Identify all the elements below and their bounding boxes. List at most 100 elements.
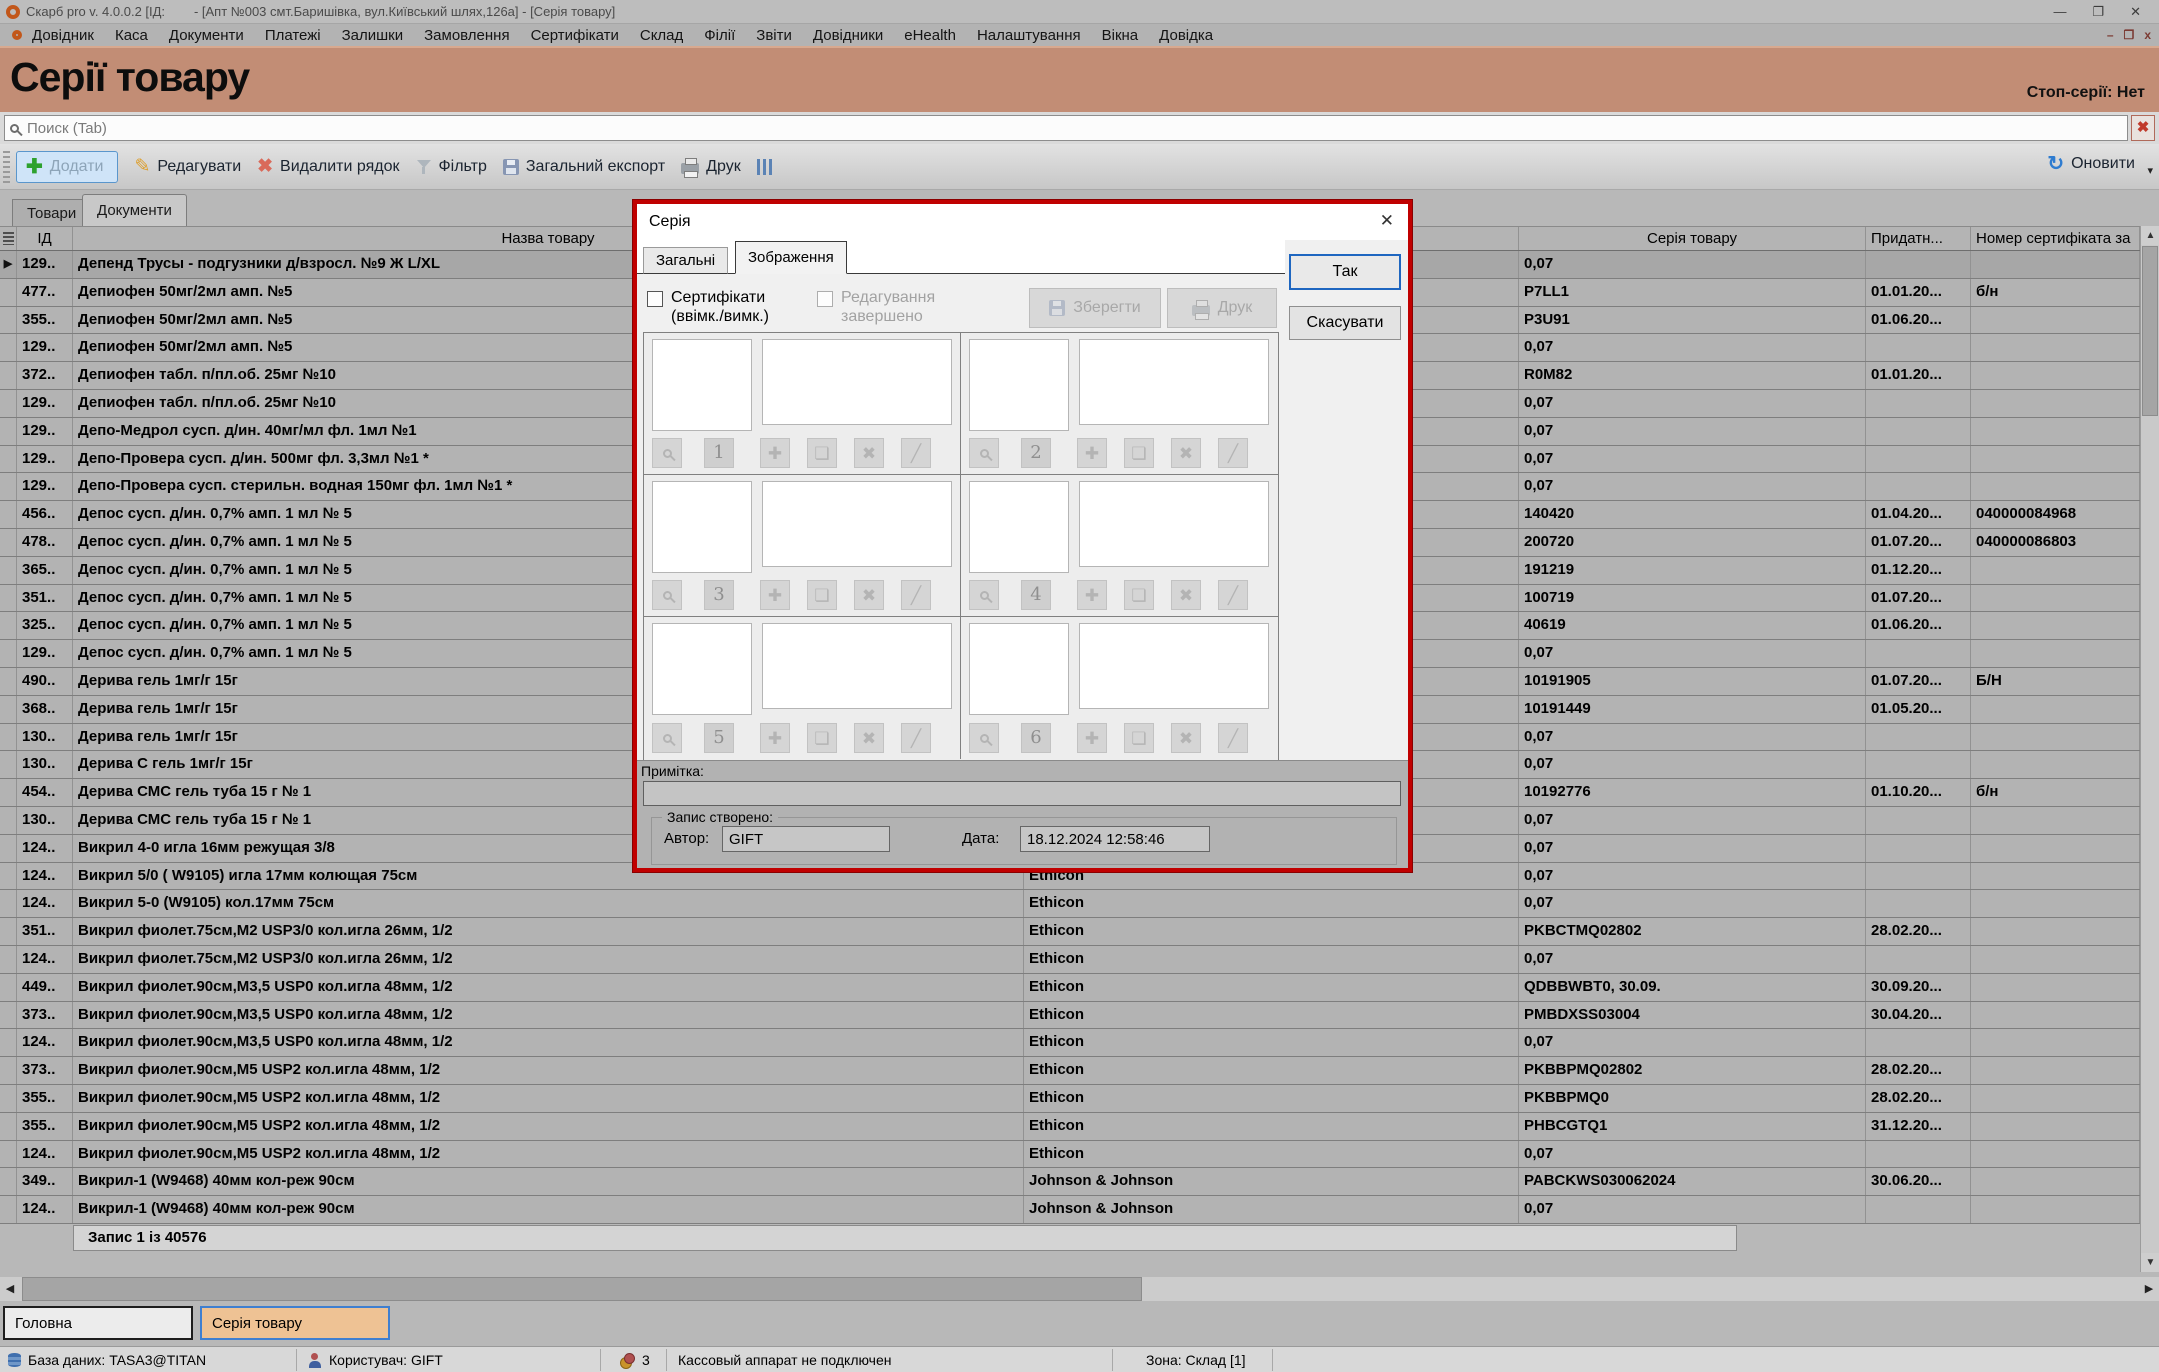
dialog-close-icon[interactable]: ✕ [1380, 211, 1394, 231]
vertical-scrollbar[interactable]: ▲ ▼ [2140, 226, 2159, 1272]
table-row[interactable]: 124..Викрил 5-0 (W9105) кол.17мм 75смEth… [0, 890, 2140, 918]
table-row[interactable]: 124..Викрил фиолет.75см,М2 USP3/0 кол.иг… [0, 946, 2140, 974]
checkbox-icon [817, 291, 833, 307]
mdi-minimize-button[interactable]: – [2107, 28, 2114, 42]
refresh-dropdown-caret[interactable]: ▾ [2147, 164, 2153, 177]
horizontal-scrollbar[interactable]: ◀ ▶ [0, 1277, 2159, 1301]
cell-certificate [1971, 473, 2140, 500]
cell-certificate [1971, 1085, 2140, 1112]
table-row[interactable]: 124..Викрил фиолет.90см,М5 USP2 кол.игла… [0, 1141, 2140, 1169]
column-header-id[interactable]: ІД [17, 227, 73, 250]
status-separator [666, 1349, 667, 1371]
author-label: Автор: [664, 830, 709, 847]
menu-item-Довідники[interactable]: Довідники [813, 27, 883, 44]
dialog-tab-general[interactable]: Загальні [643, 247, 728, 274]
menu-item-Сертифікати[interactable]: Сертифікати [531, 27, 619, 44]
mdi-close-button[interactable]: x [2144, 28, 2151, 42]
menu-item-Каса[interactable]: Каса [115, 27, 148, 44]
minimize-window-button[interactable]: — [2053, 4, 2066, 20]
menu-bar: Довідник Каса Документи Платежі Залишки Замов… [0, 24, 2159, 46]
row-indicator-header[interactable] [0, 227, 17, 250]
checkbox-icon [647, 291, 663, 307]
restore-window-button[interactable]: ❐ [2092, 4, 2104, 20]
mdi-restore-button[interactable]: ❐ [2124, 28, 2135, 42]
toolbar-grip[interactable] [3, 151, 10, 183]
horizontal-scroll-thumb[interactable] [22, 1277, 1142, 1301]
cell-id: 129.. [17, 390, 73, 417]
note-input[interactable] [643, 781, 1401, 806]
column-header-certificate[interactable]: Номер сертифіката за [1971, 227, 2140, 250]
menu-item-Звіти[interactable]: Звіти [756, 27, 792, 44]
columns-button[interactable] [757, 159, 772, 175]
status-separator [1112, 1349, 1113, 1371]
table-row[interactable]: 351..Викрил фиолет.75см,М2 USP3/0 кол.иг… [0, 918, 2140, 946]
close-window-button[interactable]: ✕ [2130, 4, 2141, 20]
cell-id: 355.. [17, 307, 73, 334]
column-header-series[interactable]: Серія товару [1519, 227, 1866, 250]
menu-item-Налаштування[interactable]: Налаштування [977, 27, 1081, 44]
table-row[interactable]: 449..Викрил фиолет.90см,М3,5 USP0 кол.иг… [0, 974, 2140, 1002]
menu-item-eHealth[interactable]: eHealth [904, 27, 956, 44]
menu-item-Склад[interactable]: Склад [640, 27, 683, 44]
scroll-right-arrow[interactable]: ▶ [2139, 1277, 2159, 1301]
table-row[interactable]: 355..Викрил фиолет.90см,М5 USP2 кол.игла… [0, 1085, 2140, 1113]
vertical-scroll-thumb[interactable] [2142, 246, 2158, 416]
table-row[interactable]: 124..Викрил фиолет.90см,М3,5 USP0 кол.иг… [0, 1029, 2140, 1057]
printer-icon [1192, 305, 1210, 316]
menu-item-Вікна[interactable]: Вікна [1102, 27, 1139, 44]
cell-name: Викрил фиолет.75см,М2 USP3/0 кол.игла 26… [73, 918, 1024, 945]
row-indicator [0, 918, 17, 945]
scroll-left-arrow[interactable]: ◀ [0, 1277, 20, 1301]
date-field[interactable] [1020, 826, 1210, 852]
menu-item-Філії[interactable]: Філії [704, 27, 735, 44]
cell-expiry: 28.02.20... [1866, 918, 1971, 945]
window-title: Скарб pro v. 4.0.0.2 [ІД: - [Апт №003 см… [26, 4, 615, 19]
menu-item-Довідка[interactable]: Довідка [1159, 27, 1213, 44]
table-row[interactable]: 373..Викрил фиолет.90см,М3,5 USP0 кол.иг… [0, 1002, 2140, 1030]
edit-button[interactable]: ✎ Редагувати [134, 155, 241, 178]
cell-series: PKBCTMQ02802 [1519, 918, 1866, 945]
window-tab-home[interactable]: Головна [3, 1306, 193, 1340]
window-tab-series[interactable]: Серія товару [200, 1306, 390, 1340]
cell-expiry [1866, 835, 1971, 862]
delete-row-button[interactable]: ✖ Видалити рядок [257, 155, 399, 178]
print-button[interactable]: Друк [681, 158, 741, 176]
cancel-button[interactable]: Скасувати [1289, 306, 1401, 340]
author-field[interactable] [722, 826, 890, 852]
search-input[interactable] [25, 119, 2127, 138]
table-row[interactable]: 355..Викрил фиолет.90см,М5 USP2 кол.игла… [0, 1113, 2140, 1141]
image-preview-panel [762, 339, 952, 425]
menu-item-Залишки[interactable]: Залишки [342, 27, 404, 44]
row-indicator [0, 334, 17, 361]
menu-item-Платежі[interactable]: Платежі [265, 27, 321, 44]
cell-certificate [1971, 835, 2140, 862]
certificates-checkbox[interactable]: Сертифікати (ввімк./вимк.) [647, 288, 796, 326]
table-row[interactable]: 349..Викрил-1 (W9468) 40мм кол-реж 90смJ… [0, 1168, 2140, 1196]
cell-series: 10191449 [1519, 696, 1866, 723]
cell-id: 373.. [17, 1002, 73, 1029]
search-clear-button[interactable]: ✖ [2131, 115, 2155, 141]
row-list-icon [3, 232, 14, 245]
cell-id: 129.. [17, 446, 73, 473]
scroll-up-arrow[interactable]: ▲ [2141, 226, 2159, 245]
menu-item-Довідник[interactable]: Довідник [32, 27, 94, 44]
tab-dokumenty[interactable]: Документи [82, 194, 187, 226]
table-row[interactable]: 373..Викрил фиолет.90см,М5 USP2 кол.игла… [0, 1057, 2140, 1085]
column-header-expiry[interactable]: Придатн... [1866, 227, 1971, 250]
dialog-tabs: Загальні Зображення [637, 240, 1285, 274]
menu-item-Замовлення[interactable]: Замовлення [424, 27, 509, 44]
note-label: Примітка: [641, 763, 704, 779]
app-menu-icon[interactable] [12, 30, 22, 40]
table-row[interactable]: 124..Викрил-1 (W9468) 40мм кол-реж 90смJ… [0, 1196, 2140, 1224]
filter-button[interactable]: Фільтр [416, 158, 487, 176]
add-button[interactable]: ✚ Додати [16, 151, 118, 183]
tab-tovary[interactable]: Товари [12, 199, 91, 226]
refresh-button[interactable]: ↻ Оновити [2047, 151, 2135, 176]
zoom-image-button [969, 723, 999, 753]
scroll-down-arrow[interactable]: ▼ [2141, 1253, 2159, 1272]
export-button[interactable]: Загальний експорт [503, 158, 665, 176]
cell-expiry [1866, 1196, 1971, 1223]
menu-item-Документи[interactable]: Документи [169, 27, 244, 44]
ok-button[interactable]: Так [1289, 254, 1401, 290]
dialog-tab-images[interactable]: Зображення [735, 241, 847, 274]
